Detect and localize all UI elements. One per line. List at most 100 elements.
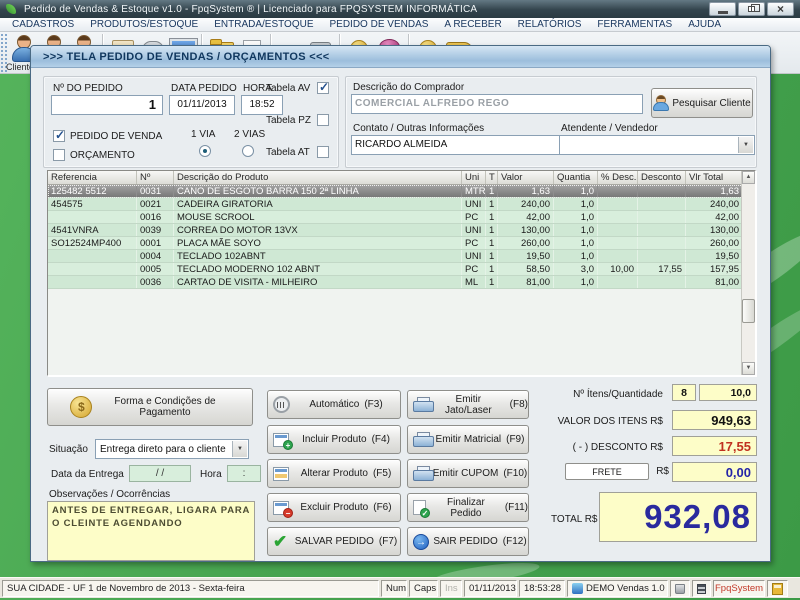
cell-ref: [48, 250, 137, 262]
finalizar-pedido-button[interactable]: ✓Finalizar Pedido(F11): [407, 493, 529, 522]
status-printer[interactable]: [670, 580, 690, 597]
status-brand: FpqSystem: [713, 580, 765, 597]
cell-t: 1: [486, 198, 498, 210]
column-header-uni[interactable]: Uni: [462, 171, 486, 184]
restore-button[interactable]: [738, 2, 765, 16]
tabela-av-checkbox[interactable]: Tabela AV: [266, 82, 329, 94]
action-key: (F3): [364, 399, 382, 410]
cell-desc: CADEIRA GIRATORIA: [174, 198, 462, 210]
tabela-pz-checkbox[interactable]: Tabela PZ: [266, 114, 329, 126]
chevron-down-icon: [232, 441, 247, 457]
column-header-n[interactable]: Nº: [137, 171, 174, 184]
via2-radio[interactable]: [242, 145, 254, 157]
orcamento-checkbox[interactable]: ORÇAMENTO: [53, 149, 135, 161]
table-row[interactable]: 0004TECLADO 102ABNTUNI119,501,019,50: [48, 250, 755, 263]
cell-desc: PLACA MÃE SOYO: [174, 237, 462, 249]
alterar-produto-button[interactable]: Alterar Produto(F5): [267, 459, 401, 488]
incluir-produto-button[interactable]: +Incluir Produto(F4): [267, 425, 401, 454]
menu-item-relat-rios[interactable]: RELATÓRIOS: [510, 18, 590, 32]
action-key: (F4): [372, 434, 390, 445]
cell-num: 0021: [137, 198, 174, 210]
sair-pedido-button[interactable]: SAIR PEDIDO(F12): [407, 527, 529, 556]
close-button[interactable]: [767, 2, 794, 16]
column-header-t[interactable]: T: [486, 171, 498, 184]
cell-qtd: 1,0: [554, 250, 598, 262]
table-row[interactable]: SO12524MP4000001PLACA MÃE SOYOPC1260,001…: [48, 237, 755, 250]
menu-item-ferramentas[interactable]: FERRAMENTAS: [589, 18, 680, 32]
status-calculator[interactable]: [767, 580, 788, 597]
column-header-referencia[interactable]: Referencia: [48, 171, 137, 184]
observacoes-textarea[interactable]: [47, 501, 255, 561]
person-icon: [653, 95, 667, 111]
menu-item-pedido-de-vendas[interactable]: PEDIDO DE VENDAS: [322, 18, 437, 32]
restore-icon: [748, 6, 755, 12]
frete-button[interactable]: FRETE: [565, 463, 649, 480]
cell-uni: ML: [462, 276, 486, 288]
situacao-select[interactable]: Entrega direto para o cliente: [95, 439, 249, 459]
table-row[interactable]: 0005TECLADO MODERNO 102 ABNTPC158,503,01…: [48, 263, 755, 276]
scroll-down-icon[interactable]: [742, 362, 755, 375]
column-header-vlr-total[interactable]: Vlr Total: [686, 171, 743, 184]
dialog-titlebar[interactable]: >>> TELA PEDIDO DE VENDAS / ORÇAMENTOS <…: [31, 46, 770, 68]
column-header-descri-o-do-produto[interactable]: Descrição do Produto: [174, 171, 462, 184]
tabela-at-checkbox[interactable]: Tabela AT: [266, 146, 329, 158]
cell-desconto: [638, 224, 686, 236]
emitir-jato-laser-button[interactable]: Emitir Jato/Laser(F8): [407, 390, 529, 419]
pedido-de-venda-checkbox[interactable]: PEDIDO DE VENDA: [53, 130, 162, 142]
column-header-valor[interactable]: Valor: [498, 171, 554, 184]
data-entrega-field[interactable]: / /: [129, 465, 191, 482]
cell-uni: UNI: [462, 250, 486, 262]
status-location: SUA CIDADE - UF 1 de Novembro de 2013 - …: [2, 580, 379, 597]
cell-ref: [48, 211, 137, 223]
pesquisar-cliente-button[interactable]: Pesquisar Cliente: [651, 88, 753, 118]
window-titlebar[interactable]: Pedido de Vendas & Estoque v1.0 - FpqSys…: [0, 0, 800, 18]
cell-uni: PC: [462, 237, 486, 249]
atendente-select[interactable]: [559, 135, 755, 155]
minimize-button[interactable]: [709, 2, 736, 16]
menu-item-entrada-estoque[interactable]: ENTRADA/ESTOQUE: [206, 18, 321, 32]
table-row[interactable]: 4545750021CADEIRA GIRATORIAUNI1240,001,0…: [48, 198, 755, 211]
descricao-comprador-field[interactable]: COMERCIAL ALFREDO REGO: [351, 94, 643, 114]
data-pedido-field[interactable]: 01/11/2013: [169, 95, 235, 115]
cell-total: 81,00: [686, 276, 743, 288]
forma-pagamento-button[interactable]: Forma e Condições de Pagamento: [47, 388, 253, 426]
automatico-button[interactable]: Automático(F3): [267, 390, 401, 419]
status-ins: Ins: [440, 580, 462, 597]
emitir-cupom-button[interactable]: Emitir CUPOM(F10): [407, 459, 529, 488]
salvar-pedido-button[interactable]: SALVAR PEDIDO(F7): [267, 527, 401, 556]
valor-itens-box: 949,63: [672, 410, 757, 430]
cell-valor: 260,00: [498, 237, 554, 249]
cell-num: 0039: [137, 224, 174, 236]
frete-box[interactable]: 0,00: [672, 462, 757, 482]
hora-entrega-field[interactable]: :: [227, 465, 261, 482]
cell-desc: MOUSE SCROOL: [174, 211, 462, 223]
column-header-quantia[interactable]: Quantia: [554, 171, 598, 184]
table-row[interactable]: 4541VNRA0039CORREA DO MOTOR 13VXUNI1130,…: [48, 224, 755, 237]
scrollbar-thumb[interactable]: [742, 299, 755, 323]
cell-t: 1: [486, 224, 498, 236]
menu-item-a-receber[interactable]: A RECEBER: [436, 18, 509, 32]
action-label: Emitir CUPOM: [433, 468, 499, 479]
table-scrollbar[interactable]: [741, 171, 755, 375]
itens-count-box: 8: [672, 384, 696, 401]
column-header-desc[interactable]: % Desc.: [598, 171, 638, 184]
observacoes-label: Observações / Ocorrências: [49, 489, 170, 500]
menu-item-ajuda[interactable]: AJUDA: [680, 18, 729, 32]
printer-icon: [413, 397, 432, 412]
action-label: SAIR PEDIDO: [433, 536, 497, 547]
table-row[interactable]: 125482 55120031CANO DE ESGOTO BARRA 150 …: [48, 185, 755, 198]
hora-pedido-field[interactable]: 18:52: [241, 95, 283, 115]
scroll-up-icon[interactable]: [742, 171, 755, 184]
menu-item-produtos-estoque[interactable]: PRODUTOS/ESTOQUE: [82, 18, 206, 32]
table-row[interactable]: 0016MOUSE SCROOLPC142,001,042,00: [48, 211, 755, 224]
status-network[interactable]: [692, 580, 711, 597]
action-label: Finalizar Pedido: [432, 497, 500, 519]
table-row[interactable]: 0036CARTAO DE VISITA - MILHEIROML181,001…: [48, 276, 755, 289]
menu-item-cadastros[interactable]: CADASTROS: [4, 18, 82, 32]
total-label: TOTAL R$: [551, 514, 595, 525]
column-header-desconto[interactable]: Desconto: [638, 171, 686, 184]
emitir-matricial-button[interactable]: Emitir Matricial(F9): [407, 425, 529, 454]
excluir-produto-button[interactable]: −Excluir Produto(F6): [267, 493, 401, 522]
via1-radio[interactable]: [199, 145, 211, 157]
numero-pedido-field[interactable]: 1: [51, 95, 163, 115]
